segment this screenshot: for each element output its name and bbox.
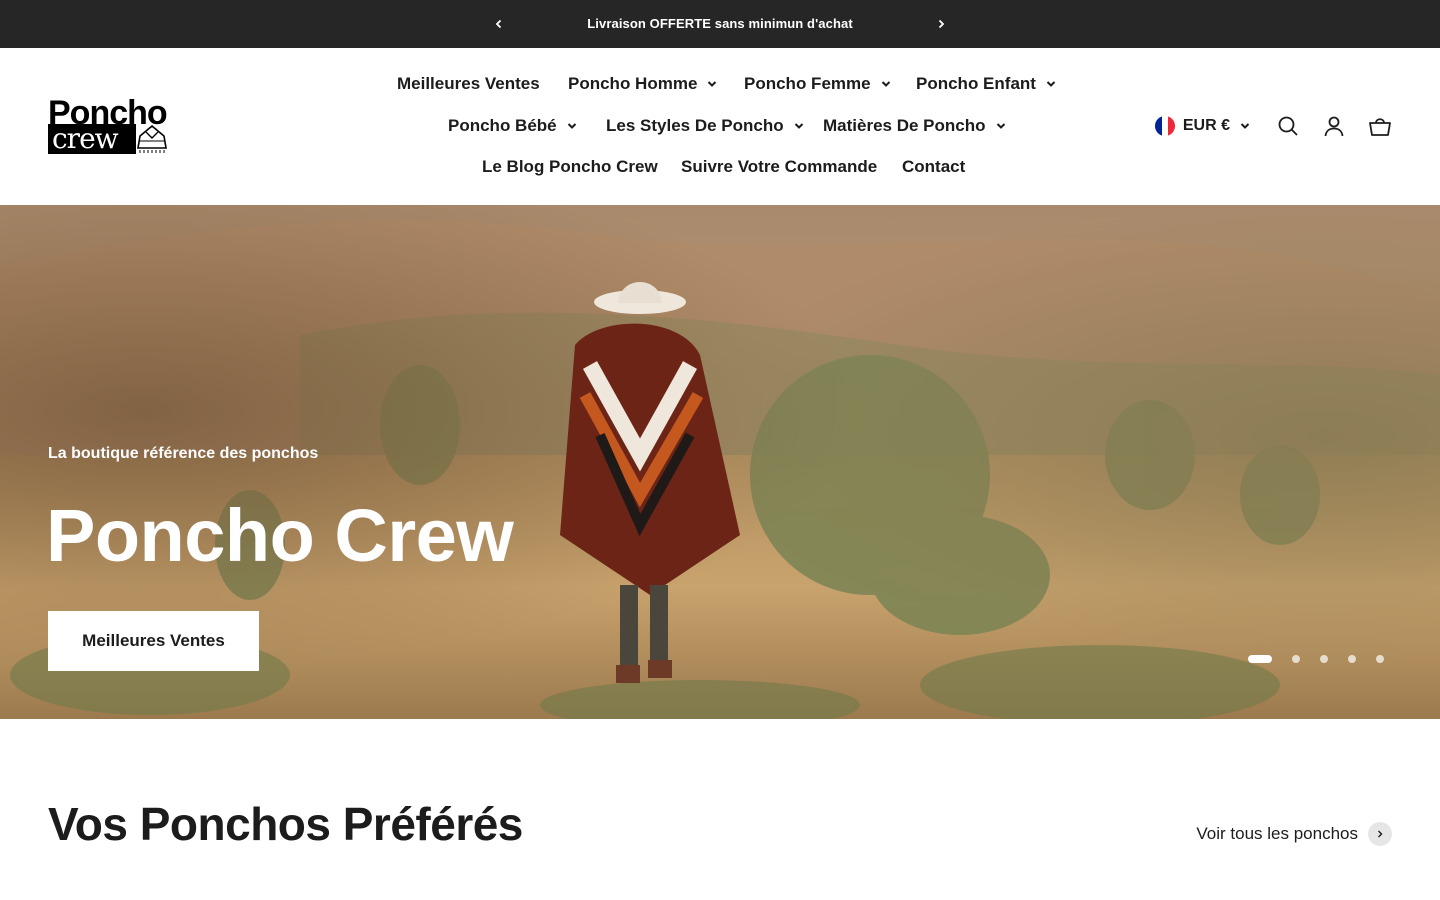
announcement-next-button[interactable] (929, 12, 953, 36)
nav-item-poncho-homme[interactable]: Poncho Homme (568, 72, 717, 96)
view-all-label: Voir tous les ponchos (1196, 824, 1358, 843)
nav-item-blog[interactable]: Le Blog Poncho Crew (482, 155, 658, 179)
slide-dot-5[interactable] (1376, 655, 1384, 663)
view-all-arrow (1368, 822, 1392, 846)
nav-item-label: Meilleures Ventes (397, 74, 540, 93)
nav-item-label: Poncho Bébé (448, 116, 557, 135)
nav-item-poncho-femme[interactable]: Poncho Femme (744, 72, 891, 96)
currency-selector[interactable]: EUR € (1154, 116, 1250, 136)
cart-icon (1369, 118, 1391, 136)
hero-title: Poncho Crew (46, 494, 514, 577)
slide-dot-1[interactable] (1248, 655, 1272, 663)
chevron-down-icon (1046, 81, 1056, 87)
slide-dot-2[interactable] (1292, 655, 1300, 663)
nav-item-label: Matières De Poncho (823, 116, 986, 135)
nav-item-label: Le Blog Poncho Crew (482, 157, 658, 176)
logo-text-crew: crew (52, 122, 119, 155)
nav-item-contact[interactable]: Contact (902, 155, 965, 179)
nav-item-meilleures-ventes[interactable]: Meilleures Ventes (397, 72, 540, 96)
nav-item-label: Les Styles De Poncho (606, 116, 784, 135)
nav-item-label: Poncho Femme (744, 74, 871, 93)
poncho-logo-icon (137, 124, 167, 153)
search-button[interactable] (1276, 114, 1300, 138)
chevron-right-icon (938, 19, 945, 29)
hero-subtitle: La boutique référence des ponchos (48, 445, 319, 462)
account-icon (1324, 116, 1344, 137)
nav-item-label: Contact (902, 157, 966, 176)
chevron-down-icon (794, 123, 803, 129)
slide-dot-3[interactable] (1320, 655, 1328, 663)
announcement-bar: Livraison OFFERTE sans minimun d'achat (0, 0, 1440, 48)
chevron-down-icon (996, 123, 1005, 129)
hero-slideshow: La boutique référence des ponchos Poncho… (0, 205, 1440, 719)
nav-item-suivre-commande[interactable]: Suivre Votre Commande (681, 155, 877, 179)
chevron-down-icon (881, 81, 890, 87)
header-tools: EUR € (1154, 114, 1392, 138)
favorites-section-title: Vos Ponchos Préférés (48, 798, 523, 850)
currency-label: EUR € (1182, 117, 1230, 134)
france-flag-icon (1154, 116, 1175, 136)
nav-item-poncho-bebe[interactable]: Poncho Bébé (448, 114, 577, 138)
slide-dot-4[interactable] (1348, 655, 1356, 663)
view-all-ponchos-link[interactable]: Voir tous les ponchos (1196, 822, 1392, 846)
nav-item-label: Suivre Votre Commande (681, 157, 878, 176)
site-logo[interactable]: Poncho crew (48, 96, 190, 156)
nav-item-poncho-enfant[interactable]: Poncho Enfant (916, 72, 1056, 96)
site-header: Poncho crew Meilleures Ventes Poncho Hom… (0, 48, 1440, 205)
hero-cta-button[interactable]: Meilleures Ventes (48, 611, 259, 671)
announcement-message: Livraison OFFERTE sans minimun d'achat (587, 16, 853, 31)
chevron-down-icon (1240, 123, 1250, 129)
account-button[interactable] (1322, 114, 1346, 138)
nav-item-label: Poncho Homme (568, 74, 698, 93)
nav-item-label: Poncho Enfant (916, 74, 1036, 93)
nav-item-styles-de-poncho[interactable]: Les Styles De Poncho (606, 114, 804, 138)
chevron-right-icon (1378, 830, 1383, 838)
slideshow-pagination (1248, 655, 1384, 663)
cart-button[interactable] (1368, 114, 1392, 138)
chevron-down-icon (567, 123, 576, 129)
nav-item-matieres-de-poncho[interactable]: Matières De Poncho (823, 114, 1006, 138)
chevron-down-icon (708, 81, 717, 87)
search-icon (1278, 116, 1298, 136)
